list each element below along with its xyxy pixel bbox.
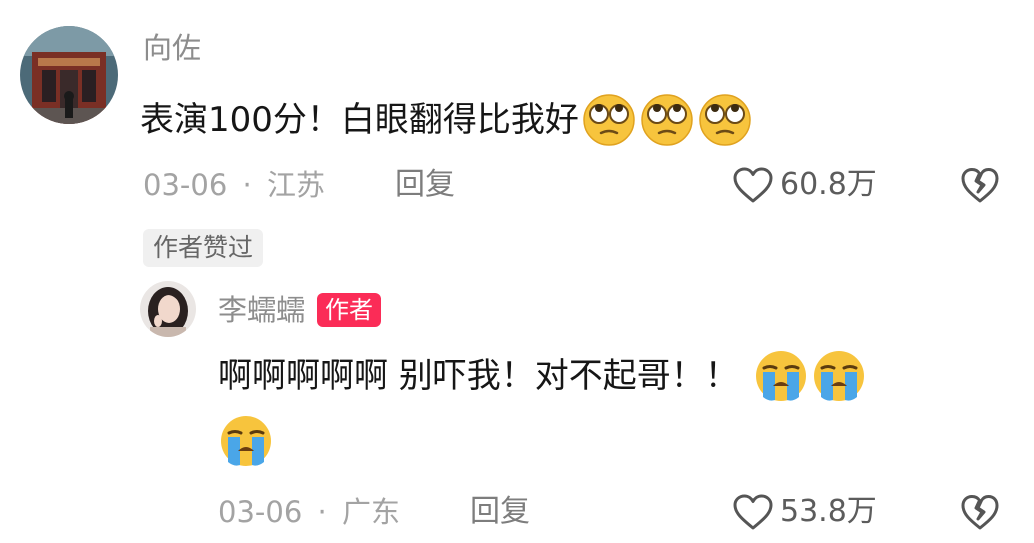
avatar-image <box>20 26 118 124</box>
comment-body: 表演100分！白眼翻得比我好 <box>140 100 579 140</box>
eye-roll-emoji <box>583 94 635 146</box>
crying-emoji <box>755 351 806 401</box>
eye-roll-emoji <box>699 94 751 146</box>
comment-date: 03-06 <box>143 168 228 202</box>
crying-emoji <box>813 351 864 401</box>
like-button[interactable]: 60.8万 <box>732 165 877 205</box>
heart-icon <box>733 167 773 203</box>
heart-icon <box>733 494 773 530</box>
avatar-image <box>140 281 196 337</box>
reply-location: 广东 <box>341 495 400 529</box>
meta-separator: · <box>242 168 252 202</box>
meta-separator: · <box>317 495 327 529</box>
reply-avatar[interactable] <box>140 281 196 337</box>
reply-header: 李蠕蠕 作者 <box>218 290 382 330</box>
comment-meta: 03-06 · 江苏 <box>143 165 325 205</box>
avatar[interactable] <box>20 26 118 124</box>
broken-heart-icon <box>961 495 999 530</box>
reply-reply-button[interactable]: 回复 <box>470 492 530 532</box>
like-count: 60.8万 <box>780 167 877 202</box>
eye-roll-emoji <box>641 94 693 146</box>
reply-date: 03-06 <box>218 495 303 529</box>
reply-text: 啊啊啊啊啊 别吓我！对不起哥！！ <box>218 348 867 404</box>
comment-text: 表演100分！白眼翻得比我好 <box>140 92 753 148</box>
reply-dislike-button[interactable] <box>960 493 1000 535</box>
reply-like-button[interactable]: 53.8万 <box>732 492 877 532</box>
comment-username[interactable]: 向佐 <box>143 28 201 68</box>
dislike-button[interactable] <box>960 166 1000 208</box>
broken-heart-icon <box>961 168 999 203</box>
comment-location: 江苏 <box>266 168 325 202</box>
reply-body: 啊啊啊啊啊 别吓我！对不起哥！！ <box>218 356 739 396</box>
reply-meta: 03-06 · 广东 <box>218 492 400 532</box>
like-count: 53.8万 <box>780 494 877 529</box>
author-liked-badge: 作者赞过 <box>143 229 264 267</box>
author-tag: 作者 <box>317 293 382 327</box>
crying-emoji <box>221 416 271 466</box>
reply-button[interactable]: 回复 <box>395 165 455 205</box>
reply-text-overflow <box>218 413 274 469</box>
reply-username[interactable]: 李蠕蠕 <box>218 290 305 330</box>
